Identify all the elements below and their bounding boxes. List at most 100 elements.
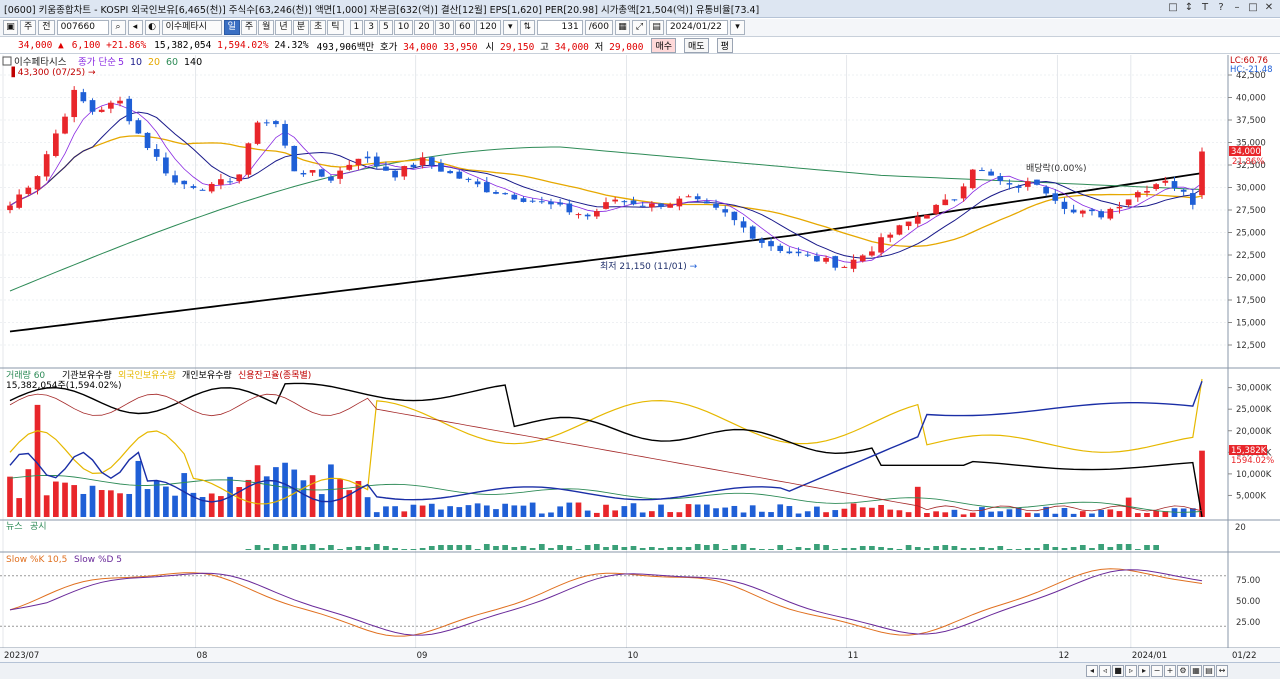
interval-button[interactable]: 10 <box>393 20 414 35</box>
news-bar <box>731 545 738 550</box>
candle-body <box>43 154 50 177</box>
stock-code-input[interactable]: 007660 <box>56 20 109 35</box>
news-bar <box>859 546 866 550</box>
table-icon[interactable]: ▤ <box>1203 665 1215 677</box>
volume-bar <box>979 507 985 517</box>
interval-button[interactable]: 20 <box>414 20 434 35</box>
grid-icon[interactable]: ▦ <box>1190 665 1202 677</box>
date-input[interactable]: 2024/01/22 <box>665 20 728 35</box>
resize-icon[interactable]: ↕ <box>1182 1 1196 15</box>
volume-bar <box>878 504 884 517</box>
period-button[interactable]: 년 <box>275 20 292 35</box>
news-bar <box>749 548 756 550</box>
chart-menu-icon[interactable]: ▣ <box>3 20 18 35</box>
period-button[interactable]: 일 <box>223 20 240 35</box>
volume-bar <box>685 504 692 517</box>
interval-button[interactable]: 30 <box>434 20 455 35</box>
news-bar <box>768 549 774 550</box>
candle-body <box>1134 192 1141 198</box>
volume-bar <box>493 509 499 517</box>
candle-body <box>456 171 463 179</box>
maximize-icon[interactable]: □ <box>1246 1 1260 15</box>
interval-button[interactable]: 1 <box>349 20 364 35</box>
price-axis-label: 37,500 <box>1236 116 1266 126</box>
interval-button[interactable]: 3 <box>364 20 378 35</box>
x-axis-label: 2024/01 <box>1132 651 1167 661</box>
close-icon[interactable]: ✕ <box>1262 1 1276 15</box>
candle-body <box>1144 191 1150 193</box>
news-bar <box>832 549 839 550</box>
last-icon[interactable]: ▸ <box>1138 665 1150 677</box>
candle-body <box>731 211 738 221</box>
candle-body <box>575 214 582 216</box>
data-count-input[interactable]: 131 <box>536 20 583 35</box>
next-icon[interactable]: ▹ <box>1125 665 1137 677</box>
zoom-out-icon[interactable]: − <box>1151 665 1163 677</box>
volume-bar <box>71 485 78 517</box>
volume-bar <box>80 493 87 517</box>
volume-bar <box>43 495 50 517</box>
interval-button[interactable]: 120 <box>475 20 501 35</box>
prev-stock-icon[interactable]: ◂ <box>127 20 143 35</box>
volume-bar <box>694 504 701 517</box>
flat-button[interactable]: 평 <box>716 38 733 53</box>
period-button[interactable]: 월 <box>258 20 275 35</box>
zoom-icon[interactable]: ⤢ <box>631 20 647 35</box>
candle-body <box>603 202 609 209</box>
sound-icon[interactable]: ◐ <box>144 20 160 35</box>
period-button[interactable]: 초 <box>309 20 327 35</box>
period-button[interactable]: 분 <box>292 20 309 35</box>
first-icon[interactable]: ◂ <box>1086 665 1098 677</box>
minimize-icon[interactable]: – <box>1230 1 1244 15</box>
candle-body <box>529 200 536 202</box>
calendar-icon[interactable]: ▾ <box>729 20 745 35</box>
pct-tag-text: 21.86% <box>1232 157 1264 167</box>
volume-bar <box>823 512 829 517</box>
candle-body <box>538 201 545 203</box>
period-button[interactable]: 주 <box>240 20 258 35</box>
help-icon[interactable]: ? <box>1214 1 1228 15</box>
chart-area[interactable]: 42,500 40,000 37,500 35,000 32,500 30,000 27,5… <box>0 55 1280 679</box>
text-icon[interactable]: T <box>1198 1 1212 15</box>
save-icon[interactable]: ▤ <box>648 20 664 35</box>
chart-type-icon[interactable]: ▦ <box>614 20 630 35</box>
volume-bar <box>621 506 628 517</box>
volume-bar <box>383 506 389 517</box>
volume-bar <box>7 476 13 517</box>
dropdown-icon[interactable]: ▾ <box>502 20 518 35</box>
zoom-in-icon[interactable]: + <box>1164 665 1176 677</box>
sort-icon[interactable]: ⇅ <box>519 20 535 35</box>
market-select[interactable]: 주 <box>20 20 37 35</box>
chart-canvas[interactable]: 42,50040,00037,50035,00032,50030,00027,5… <box>0 55 1280 679</box>
news-bar <box>630 546 637 550</box>
volume-bar <box>1034 513 1040 517</box>
buy-button[interactable]: 매수 <box>651 38 676 53</box>
volume-bar <box>502 503 508 517</box>
candle-body <box>1089 209 1095 212</box>
restore-icon[interactable]: □ <box>1166 1 1180 15</box>
filter-select[interactable]: 전 <box>38 20 55 35</box>
news-bar <box>804 548 811 550</box>
candle-body <box>1162 180 1169 183</box>
sell-button[interactable]: 매도 <box>684 38 709 53</box>
candle-body <box>704 201 710 204</box>
interval-button[interactable]: 60 <box>455 20 475 35</box>
nav-buttons: ◂ ◃ ■ ▹ ▸ − + ⚙ ▦ ▤ ↔ <box>1086 665 1228 677</box>
volume-bar <box>548 512 554 517</box>
volume-bar <box>309 475 316 517</box>
search-icon[interactable]: ⌕ <box>110 20 126 35</box>
period-button[interactable]: 틱 <box>327 20 344 35</box>
scroll-icon[interactable]: ↔ <box>1216 665 1228 677</box>
news-bar <box>447 545 453 550</box>
candle-body <box>1006 183 1013 185</box>
news-bar <box>1144 545 1150 550</box>
settings-icon[interactable]: ⚙ <box>1177 665 1189 677</box>
interval-button[interactable]: 5 <box>379 20 393 35</box>
interval-buttons: 1 3 5 10 20 30 60 120 <box>349 20 501 35</box>
news-bar <box>933 546 939 550</box>
stop-icon[interactable]: ■ <box>1112 665 1124 677</box>
x-axis-label: 2023/07 <box>4 651 39 661</box>
volume-bar <box>98 490 105 517</box>
prev-icon[interactable]: ◃ <box>1099 665 1111 677</box>
volume-bar <box>722 507 729 517</box>
